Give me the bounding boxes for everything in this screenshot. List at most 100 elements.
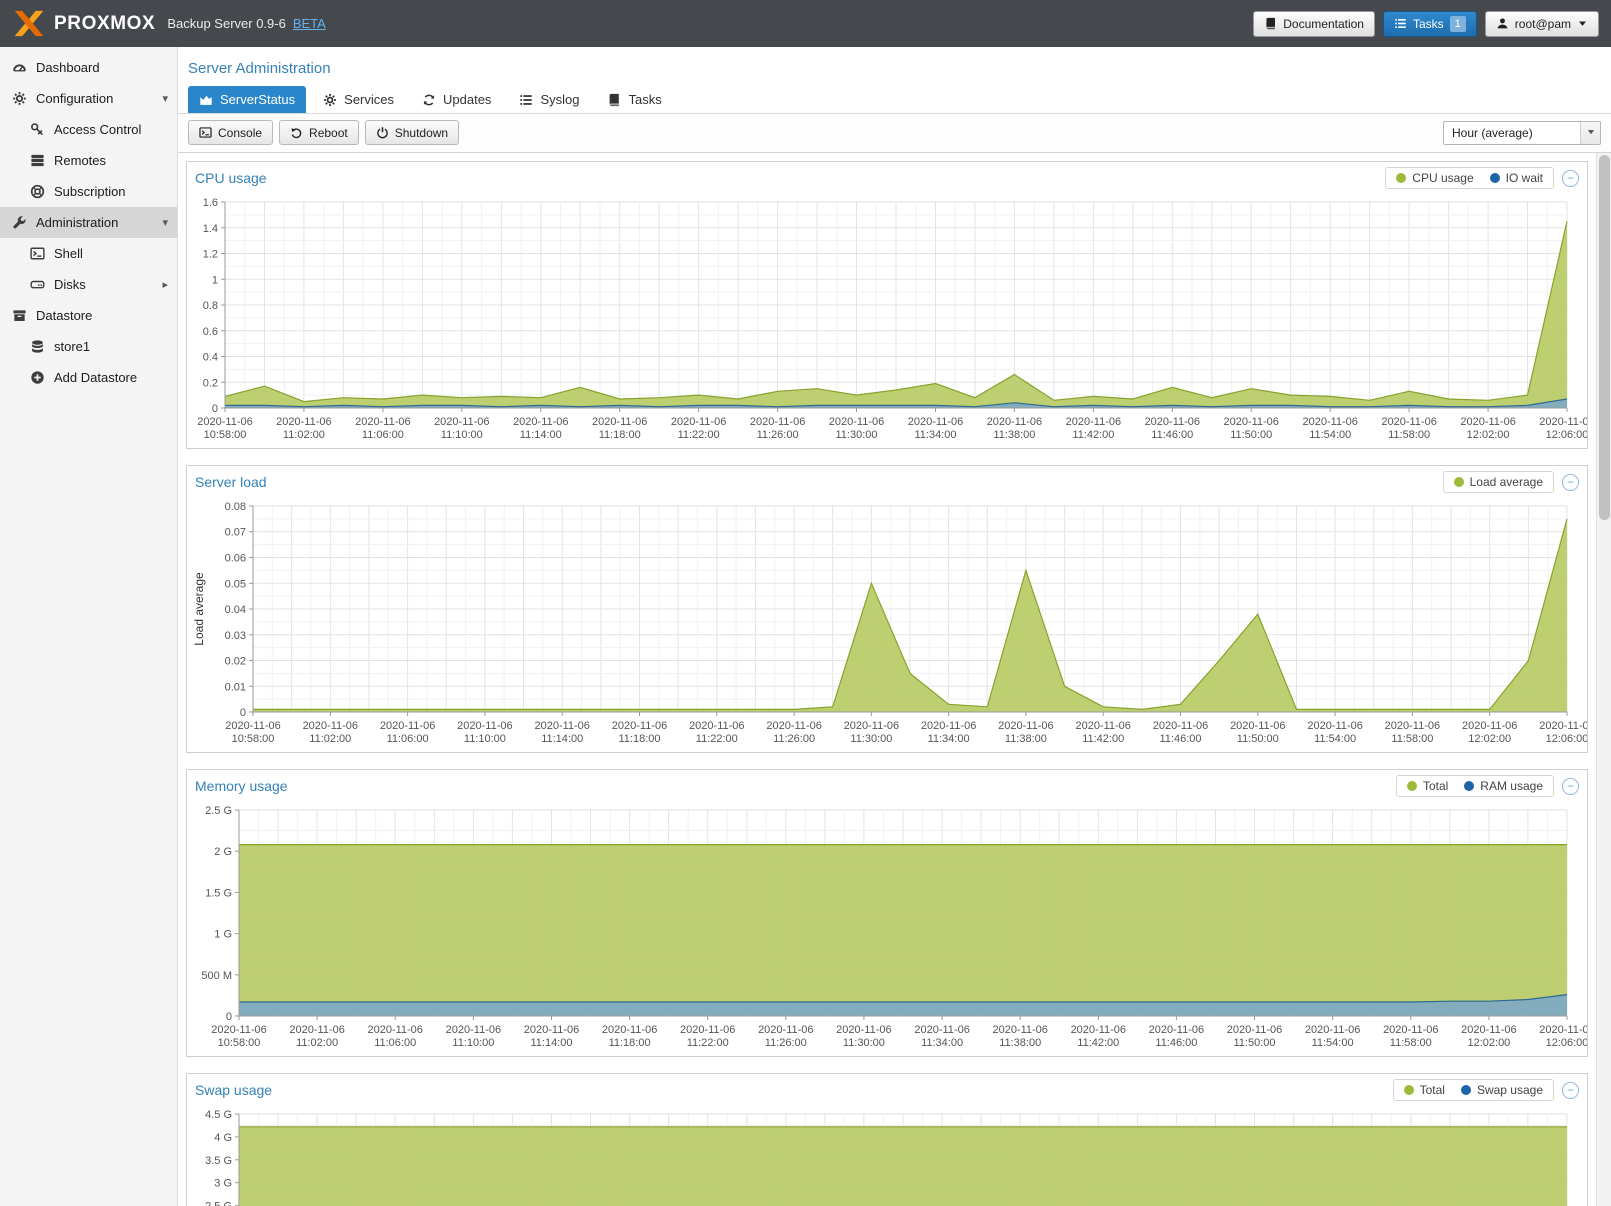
sidebar-item-subscription[interactable]: Subscription bbox=[0, 176, 177, 207]
caret-right-icon[interactable]: ▸ bbox=[162, 278, 168, 291]
sidebar-item-label: Add Datastore bbox=[54, 370, 137, 385]
svg-text:2020-11-06: 2020-11-06 bbox=[836, 1024, 891, 1036]
user-menu-button[interactable]: root@pam bbox=[1485, 11, 1599, 37]
server-load-chart: 00.010.020.030.040.050.060.070.082020-11… bbox=[187, 498, 1588, 752]
collapse-panel-button[interactable] bbox=[1562, 474, 1579, 491]
svg-text:12:02:00: 12:02:00 bbox=[1467, 1037, 1510, 1049]
tab-serverstatus[interactable]: ServerStatus bbox=[188, 86, 306, 113]
sidebar-item-configuration[interactable]: Configuration▾ bbox=[0, 83, 177, 114]
tab-services[interactable]: Services bbox=[312, 86, 405, 113]
area-chart-icon bbox=[199, 93, 213, 107]
svg-text:11:50:00: 11:50:00 bbox=[1233, 1037, 1275, 1049]
caret-down-icon[interactable]: ▾ bbox=[162, 216, 168, 229]
svg-text:2020-11-06: 2020-11-06 bbox=[1075, 720, 1130, 732]
sidebar-item-datastore[interactable]: Datastore bbox=[0, 300, 177, 331]
legend-dot bbox=[1461, 1085, 1471, 1095]
svg-text:2020-11-06: 2020-11-06 bbox=[1071, 1024, 1126, 1036]
svg-text:11:46:00: 11:46:00 bbox=[1155, 1037, 1197, 1049]
svg-text:0: 0 bbox=[240, 707, 246, 719]
terminal-icon bbox=[30, 246, 46, 261]
documentation-button[interactable]: Documentation bbox=[1253, 11, 1375, 37]
caret-down-icon[interactable]: ▾ bbox=[162, 92, 168, 105]
svg-text:2020-11-06: 2020-11-06 bbox=[998, 720, 1053, 732]
sidebar-item-remotes[interactable]: Remotes bbox=[0, 145, 177, 176]
vertical-scrollbar[interactable] bbox=[1596, 153, 1611, 1206]
scrollbar-thumb[interactable] bbox=[1599, 155, 1610, 520]
svg-text:2020-11-06: 2020-11-06 bbox=[612, 720, 667, 732]
collapse-panel-button[interactable] bbox=[1562, 1082, 1579, 1099]
sidebar-item-add-datastore[interactable]: Add Datastore bbox=[0, 362, 177, 393]
svg-text:12:06:00: 12:06:00 bbox=[1546, 1037, 1588, 1049]
svg-text:11:14:00: 11:14:00 bbox=[520, 429, 562, 441]
svg-text:11:06:00: 11:06:00 bbox=[374, 1037, 416, 1049]
svg-text:11:06:00: 11:06:00 bbox=[362, 429, 404, 441]
svg-text:2020-11-06: 2020-11-06 bbox=[689, 720, 744, 732]
svg-text:0.8: 0.8 bbox=[203, 300, 218, 312]
legend-item: Total bbox=[1407, 779, 1448, 793]
svg-text:2020-11-06: 2020-11-06 bbox=[1302, 416, 1357, 428]
header-buttons: Documentation Tasks 1 root@pam bbox=[1253, 11, 1599, 37]
svg-text:2020-11-06: 2020-11-06 bbox=[367, 1024, 422, 1036]
tab-label: Tasks bbox=[628, 92, 661, 107]
svg-text:2020-11-06: 2020-11-06 bbox=[1539, 416, 1588, 428]
sidebar-item-administration[interactable]: Administration▾ bbox=[0, 207, 177, 238]
svg-text:2.5 G: 2.5 G bbox=[205, 805, 232, 817]
tab-updates[interactable]: Updates bbox=[411, 86, 502, 113]
svg-text:0.02: 0.02 bbox=[225, 656, 246, 668]
tab-syslog[interactable]: Syslog bbox=[508, 86, 590, 113]
svg-text:2020-11-06: 2020-11-06 bbox=[671, 416, 726, 428]
panel-title: CPU usage bbox=[195, 170, 267, 186]
svg-text:10:58:00: 10:58:00 bbox=[204, 429, 247, 441]
svg-text:12:02:00: 12:02:00 bbox=[1467, 429, 1510, 441]
tab-label: Updates bbox=[443, 92, 491, 107]
svg-text:11:50:00: 11:50:00 bbox=[1230, 429, 1272, 441]
svg-text:11:18:00: 11:18:00 bbox=[618, 733, 660, 745]
svg-text:1: 1 bbox=[212, 274, 218, 286]
console-button[interactable]: Console bbox=[188, 120, 273, 145]
sidebar-item-label: store1 bbox=[54, 339, 90, 354]
combo-trigger[interactable] bbox=[1580, 122, 1600, 144]
sidebar-item-access-control[interactable]: Access Control bbox=[0, 114, 177, 145]
sidebar-item-shell[interactable]: Shell bbox=[0, 238, 177, 269]
wrench-icon bbox=[12, 215, 28, 230]
refresh-icon bbox=[422, 93, 436, 107]
charts-scroll-area: CPU usageCPU usageIO wait00.20.40.60.811… bbox=[178, 153, 1611, 1206]
panel-title: Memory usage bbox=[195, 778, 288, 794]
sidebar-item-label: Access Control bbox=[54, 122, 141, 137]
sidebar-item-disks[interactable]: Disks▸ bbox=[0, 269, 177, 300]
svg-text:2020-11-06: 2020-11-06 bbox=[355, 416, 410, 428]
svg-text:10:58:00: 10:58:00 bbox=[218, 1037, 261, 1049]
svg-text:2020-11-06: 2020-11-06 bbox=[1223, 416, 1278, 428]
collapse-panel-button[interactable] bbox=[1562, 170, 1579, 187]
svg-text:2020-11-06: 2020-11-06 bbox=[1385, 720, 1440, 732]
task-list-icon bbox=[1394, 17, 1407, 30]
svg-text:11:42:00: 11:42:00 bbox=[1072, 429, 1114, 441]
svg-text:11:34:00: 11:34:00 bbox=[914, 429, 956, 441]
list-icon bbox=[519, 93, 533, 107]
svg-text:2020-11-06: 2020-11-06 bbox=[987, 416, 1042, 428]
shutdown-button[interactable]: Shutdown bbox=[365, 120, 459, 145]
svg-text:2020-11-06: 2020-11-06 bbox=[211, 1024, 266, 1036]
svg-text:4 G: 4 G bbox=[214, 1132, 232, 1144]
svg-text:11:42:00: 11:42:00 bbox=[1077, 1037, 1119, 1049]
svg-text:11:50:00: 11:50:00 bbox=[1237, 733, 1279, 745]
reboot-button[interactable]: Reboot bbox=[279, 120, 359, 145]
timeframe-select[interactable]: Hour (average) bbox=[1443, 121, 1601, 145]
beta-link[interactable]: BETA bbox=[293, 16, 326, 31]
database-icon bbox=[30, 339, 46, 354]
tasks-button[interactable]: Tasks 1 bbox=[1383, 11, 1477, 37]
sidebar-item-label: Shell bbox=[54, 246, 83, 261]
sidebar-item-store1[interactable]: store1 bbox=[0, 331, 177, 362]
tab-tasks[interactable]: Tasks bbox=[596, 86, 672, 113]
svg-text:0: 0 bbox=[226, 1011, 232, 1023]
toolbar: Console Reboot Shutdown Hour (average) bbox=[178, 114, 1611, 153]
charts-container: CPU usageCPU usageIO wait00.20.40.60.811… bbox=[178, 153, 1596, 1206]
svg-text:2020-11-06: 2020-11-06 bbox=[1539, 720, 1588, 732]
tab-label: Services bbox=[344, 92, 394, 107]
svg-text:11:10:00: 11:10:00 bbox=[452, 1037, 494, 1049]
collapse-panel-button[interactable] bbox=[1562, 778, 1579, 795]
svg-text:2020-11-06: 2020-11-06 bbox=[1307, 720, 1362, 732]
sidebar-item-dashboard[interactable]: Dashboard bbox=[0, 52, 177, 83]
svg-text:12:06:00: 12:06:00 bbox=[1546, 733, 1588, 745]
svg-text:2 G: 2 G bbox=[214, 846, 232, 858]
